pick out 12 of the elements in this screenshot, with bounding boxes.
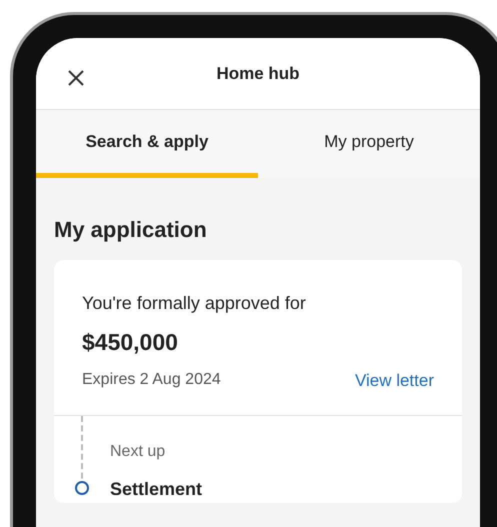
next-up-label: Next up: [110, 442, 166, 462]
tab[interactable]: My property: [258, 110, 480, 178]
timeline-node-icon: [75, 481, 89, 495]
expiry-date: Expires 2 Aug 2024: [82, 370, 221, 390]
approved-amount: $450,000: [82, 328, 179, 357]
step-title: Settlement: [110, 478, 202, 501]
view-letter-link[interactable]: View letter: [354, 368, 434, 393]
approval-text: You're formally approved for: [82, 292, 307, 315]
tab[interactable]: Search & apply: [36, 110, 258, 178]
close-icon: [67, 69, 85, 87]
screen-title: Home hub: [216, 62, 300, 85]
section-heading: My application: [54, 216, 208, 244]
